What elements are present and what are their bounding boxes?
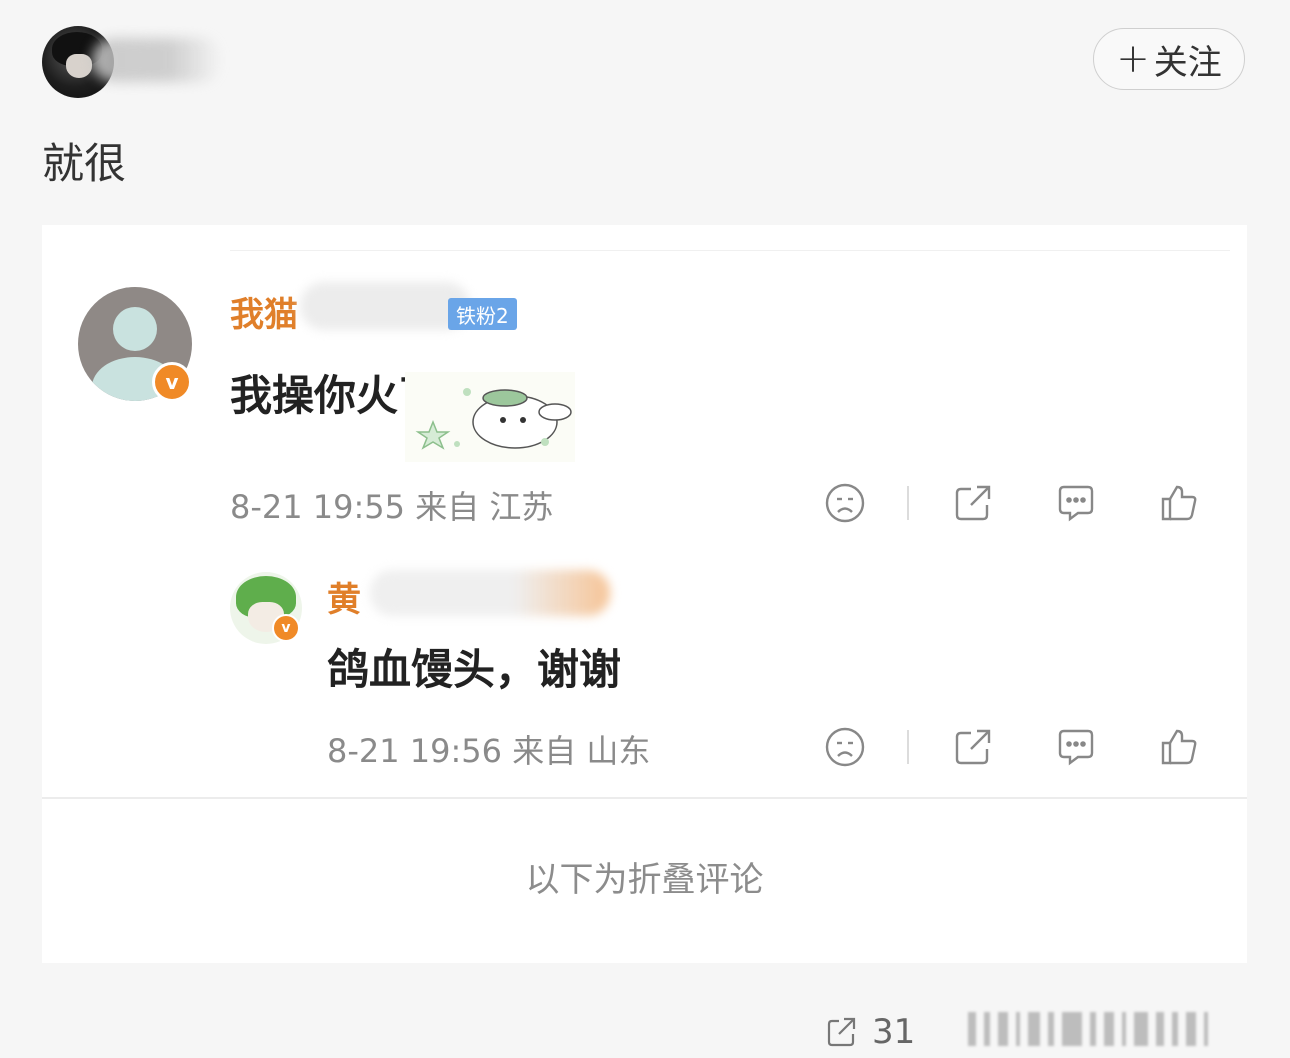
action-separator (907, 486, 909, 520)
cinnamoroll-sticker-icon (405, 372, 575, 462)
share-icon[interactable] (950, 480, 996, 526)
verified-badge-icon: v (152, 362, 192, 402)
verified-badge-icon: v (272, 614, 300, 642)
folded-divider (42, 797, 1247, 799)
follow-label: 关注 (1153, 42, 1222, 83)
avatar-face (66, 54, 92, 78)
follow-button[interactable]: + 关注 (1093, 28, 1245, 90)
comment-2-username[interactable]: 黄 (327, 572, 361, 621)
like-icon[interactable] (1156, 724, 1202, 770)
comment-2-username-blurred (370, 570, 610, 616)
like-icon[interactable] (1156, 480, 1202, 526)
comment-1-location: 来自 江苏 (415, 488, 554, 526)
post-author-name-blurred (92, 38, 222, 82)
comment-1-meta: 8-21 19:55 来自 江苏 (230, 482, 553, 528)
fan-level-badge: 铁粉2 (448, 298, 517, 330)
dislike-icon[interactable] (822, 724, 868, 770)
comment-1-username-blurred (300, 282, 470, 330)
repost-count: 31 (872, 1012, 916, 1052)
folded-comments-label[interactable]: 以下为折叠评论 (42, 852, 1247, 901)
post-text: 就很 (42, 139, 127, 188)
comment-2-time: 8-21 19:56 (327, 732, 503, 770)
watermark-blurred (968, 1012, 1280, 1046)
default-avatar-head (113, 307, 157, 351)
comment-1-time: 8-21 19:55 (230, 488, 406, 526)
comment-2-text: 鸽血馒头，谢谢 (327, 645, 622, 694)
comment-icon[interactable] (1053, 480, 1099, 526)
share-icon[interactable] (950, 724, 996, 770)
comment-2-location: 来自 山东 (512, 732, 651, 770)
action-separator (907, 730, 909, 764)
comment-1-username[interactable]: 我猫 (230, 287, 298, 336)
card-top-divider (230, 250, 1230, 251)
dislike-icon[interactable] (822, 480, 868, 526)
comment-icon[interactable] (1053, 724, 1099, 770)
plus-icon: + (1116, 36, 1150, 82)
repost-icon (827, 1017, 856, 1047)
repost-button[interactable]: 31 (824, 1012, 915, 1052)
comment-2-meta: 8-21 19:56 来自 山东 (327, 726, 650, 772)
